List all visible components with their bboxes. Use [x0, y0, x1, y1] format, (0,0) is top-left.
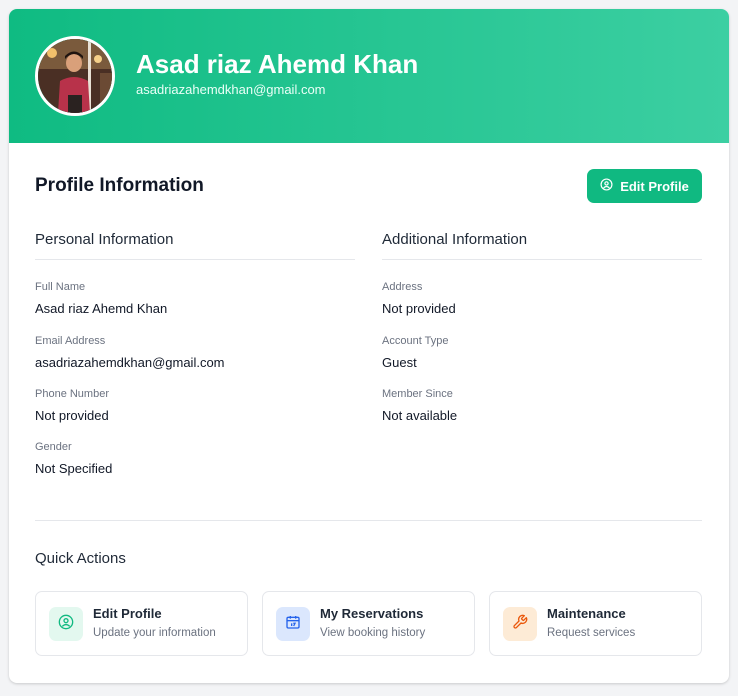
- phone-number-label: Phone Number: [35, 388, 109, 400]
- user-circle-icon: [600, 178, 613, 194]
- wrench-icon: [512, 614, 528, 635]
- user-circle-icon: [58, 614, 74, 635]
- account-type-value: Guest: [382, 355, 417, 370]
- avatar: [35, 36, 115, 116]
- gender-value: Not Specified: [35, 461, 113, 476]
- member-since-value: Not available: [382, 408, 458, 423]
- quick-action-maintenance[interactable]: Maintenance Request services: [489, 591, 702, 656]
- calendar-icon: [285, 614, 301, 635]
- address-value: Not provided: [382, 301, 456, 316]
- address-label: Address: [382, 281, 423, 293]
- phone-number-value: Not provided: [35, 408, 109, 423]
- quick-action-edit-profile[interactable]: Edit Profile Update your information: [35, 591, 248, 656]
- edit-profile-button-label: Edit Profile: [620, 178, 689, 194]
- section-divider: [35, 520, 702, 521]
- profile-header: Asad riaz Ahemd Khan asadriazahemdkhan@g…: [9, 9, 729, 143]
- quick-action-icon-box: [49, 607, 83, 641]
- avatar-photo: [38, 39, 112, 113]
- full-name-value: Asad riaz Ahemd Khan: [35, 301, 168, 316]
- email-address-value: asadriazahemdkhan@gmail.com: [35, 355, 225, 370]
- quick-action-subtitle: Update your information: [93, 627, 216, 639]
- personal-info-title: Personal Information: [35, 231, 174, 248]
- profile-card: Asad riaz Ahemd Khan asadriazahemdkhan@g…: [9, 9, 729, 683]
- quick-actions-title: Quick Actions: [35, 550, 126, 567]
- additional-info-title: Additional Information: [382, 231, 528, 248]
- personal-info-divider: [35, 259, 355, 260]
- gender-label: Gender: [35, 441, 72, 453]
- quick-action-my-reservations[interactable]: My Reservations View booking history: [262, 591, 475, 656]
- additional-info-divider: [382, 259, 702, 260]
- quick-action-label: Maintenance: [547, 606, 626, 621]
- quick-action-subtitle: View booking history: [320, 627, 426, 639]
- quick-action-icon-box: [276, 607, 310, 641]
- quick-action-label: My Reservations: [320, 606, 424, 621]
- full-name-label: Full Name: [35, 281, 86, 293]
- edit-profile-button[interactable]: Edit Profile: [587, 169, 702, 203]
- quick-action-subtitle: Request services: [547, 627, 636, 639]
- user-email: asadriazahemdkhan@gmail.com: [136, 82, 326, 97]
- email-address-label: Email Address: [35, 335, 106, 347]
- member-since-label: Member Since: [382, 388, 453, 400]
- account-type-label: Account Type: [382, 335, 449, 347]
- page-title: Profile Information: [35, 175, 204, 196]
- quick-action-label: Edit Profile: [93, 606, 162, 621]
- quick-action-icon-box: [503, 607, 537, 641]
- user-name: Asad riaz Ahemd Khan: [136, 49, 419, 79]
